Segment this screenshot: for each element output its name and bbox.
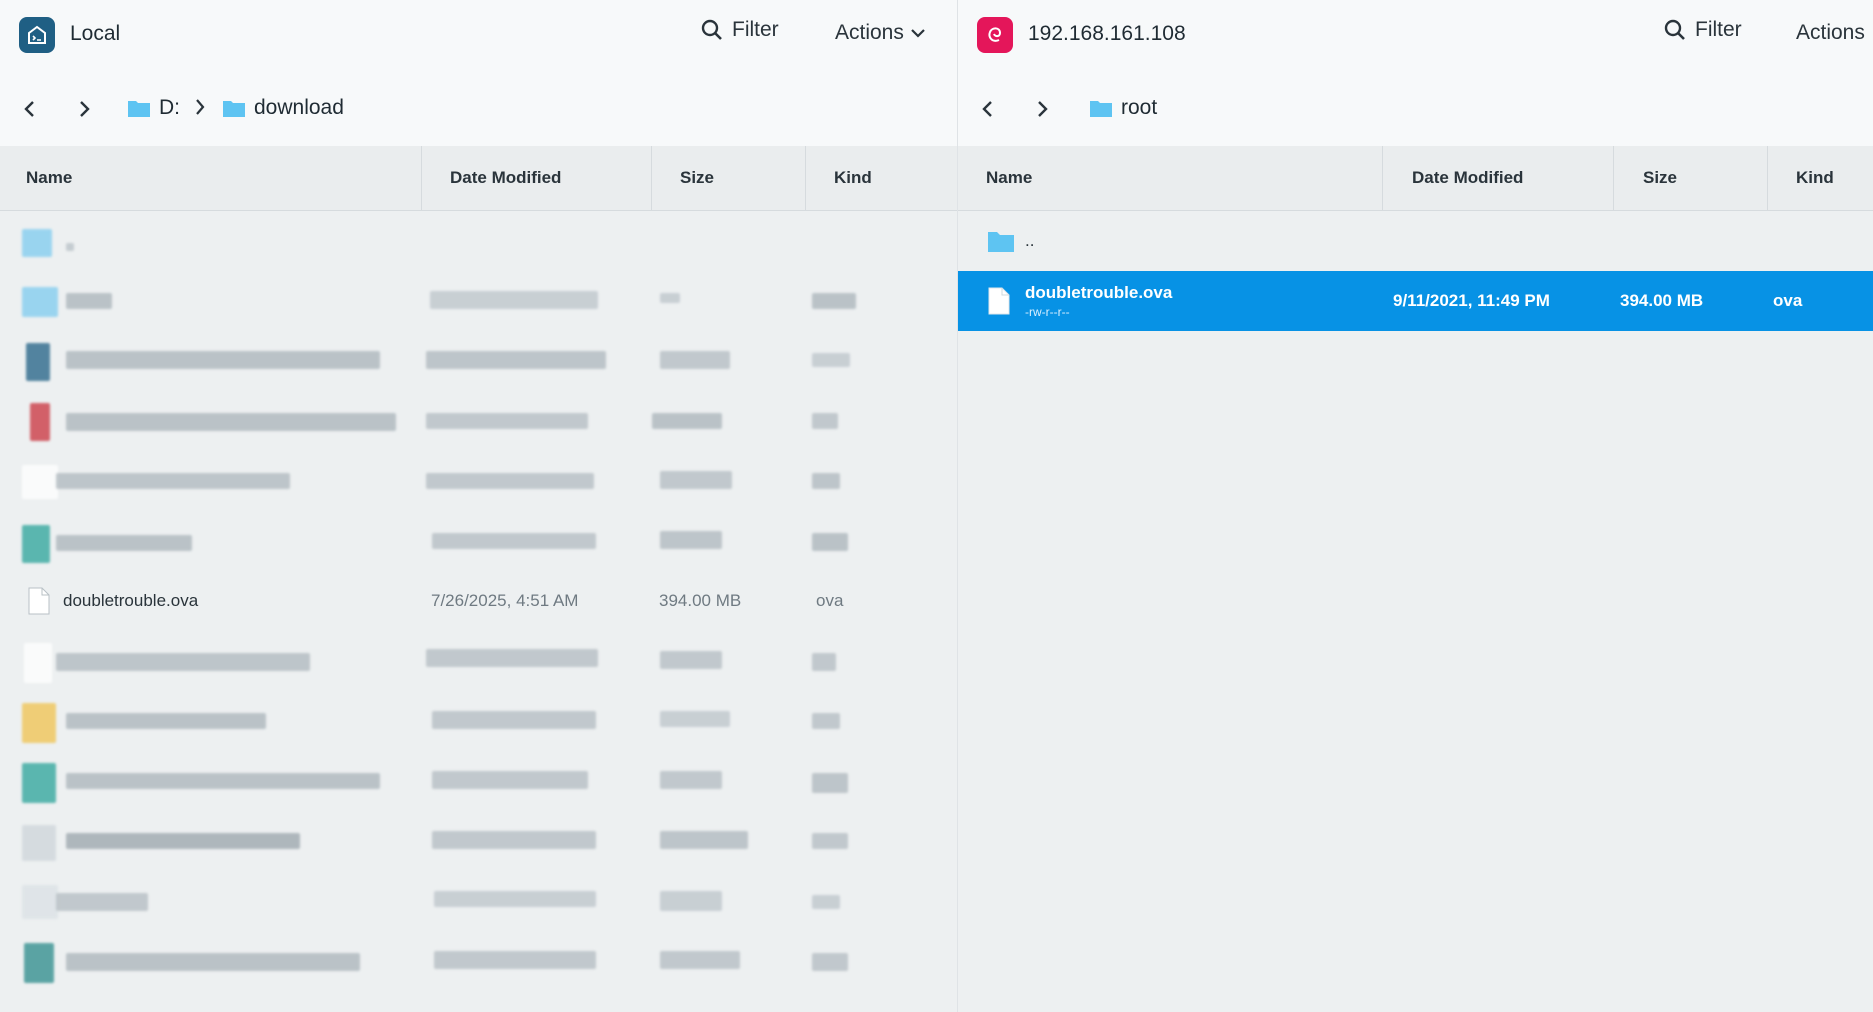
chevron-down-icon [911,29,925,38]
list-item[interactable] [0,931,957,991]
back-button[interactable] [975,96,1001,122]
local-actions-label: Actions [835,21,904,44]
chevron-right-icon [1038,101,1048,117]
folder-icon [223,101,245,117]
table-row[interactable]: doubletrouble.ova 7/26/2025, 4:51 AM 394… [0,571,957,631]
parent-directory-row[interactable]: .. [958,211,1873,271]
local-table-header: Name Date Modified Size Kind [0,146,957,211]
list-item[interactable] [0,451,957,511]
list-item[interactable] [0,811,957,871]
file-icon [28,571,50,631]
breadcrumb-drive[interactable]: D: [127,96,180,120]
remote-actions-label: Actions [1796,21,1865,44]
breadcrumb-root[interactable]: root [1089,96,1157,120]
list-item[interactable] [0,751,957,811]
file-icon [988,271,1010,331]
remote-table-header: Name Date Modified Size Kind [958,146,1873,211]
file-permissions: -rw-r--r-- [1025,305,1070,319]
column-date-modified[interactable]: Date Modified [450,146,561,210]
list-item[interactable] [0,691,957,751]
chevron-left-icon [982,101,992,117]
file-date-modified: 9/11/2021, 11:49 PM [1393,291,1550,310]
local-filter-label: Filter [732,18,779,41]
remote-actions-button[interactable]: Actions [1796,21,1865,45]
search-icon [701,19,722,40]
list-item[interactable] [0,391,957,451]
file-kind: ova [816,591,844,610]
local-pane: Local Filter Actions D: download Name Da… [0,0,958,1012]
remote-navbar: root [958,72,1873,146]
forward-button[interactable] [1029,96,1055,122]
list-item[interactable] [0,871,957,931]
back-button[interactable] [17,96,43,122]
parent-directory-label: .. [1025,231,1035,250]
folder-icon [1090,101,1112,117]
local-titlebar: Local Filter Actions [0,0,957,72]
forward-button[interactable] [71,96,97,122]
chevron-left-icon [24,101,34,117]
file-name: doubletrouble.ova [1025,283,1173,302]
remote-filter-button[interactable]: Filter [1663,18,1742,42]
search-icon [1664,19,1685,40]
chevron-right-icon [80,101,90,117]
folder-icon [987,211,1015,271]
list-item[interactable] [0,271,957,331]
breadcrumb-separator-icon [194,98,206,121]
folder-icon [128,101,150,117]
remote-title: 192.168.161.108 [1028,22,1186,45]
remote-filter-label: Filter [1695,18,1742,41]
column-size[interactable]: Size [1643,146,1677,210]
breadcrumb-root-label: root [1121,96,1158,119]
remote-pane: 192.168.161.108 Filter Actions root Name [958,0,1873,1012]
file-name: doubletrouble.ova [63,591,199,610]
table-row[interactable]: doubletrouble.ova -rw-r--r-- 9/11/2021, … [958,271,1873,331]
list-item[interactable] [0,211,957,271]
remote-titlebar: 192.168.161.108 Filter Actions [958,0,1873,72]
file-name-cell: doubletrouble.ova -rw-r--r-- [1025,271,1172,331]
file-size: 394.00 MB [1620,291,1704,310]
local-navbar: D: download [0,72,957,146]
list-item[interactable] [0,511,957,571]
debian-icon [977,17,1013,53]
breadcrumb-drive-label: D: [159,96,180,119]
column-date-modified[interactable]: Date Modified [1412,146,1523,210]
column-name[interactable]: Name [26,146,72,210]
local-actions-button[interactable]: Actions [835,21,926,45]
local-terminal-icon [19,17,55,53]
breadcrumb-download-label: download [254,96,344,119]
file-date-modified: 7/26/2025, 4:51 AM [431,591,579,610]
file-size: 394.00 MB [659,591,742,610]
list-item[interactable] [0,631,957,691]
local-title: Local [70,22,121,45]
list-item[interactable] [0,331,957,391]
column-size[interactable]: Size [680,146,714,210]
breadcrumb-download[interactable]: download [222,96,344,120]
column-kind[interactable]: Kind [834,146,872,210]
local-filter-button[interactable]: Filter [700,18,779,42]
column-kind[interactable]: Kind [1796,146,1834,210]
file-kind: ova [1773,291,1803,310]
column-name[interactable]: Name [986,146,1032,210]
